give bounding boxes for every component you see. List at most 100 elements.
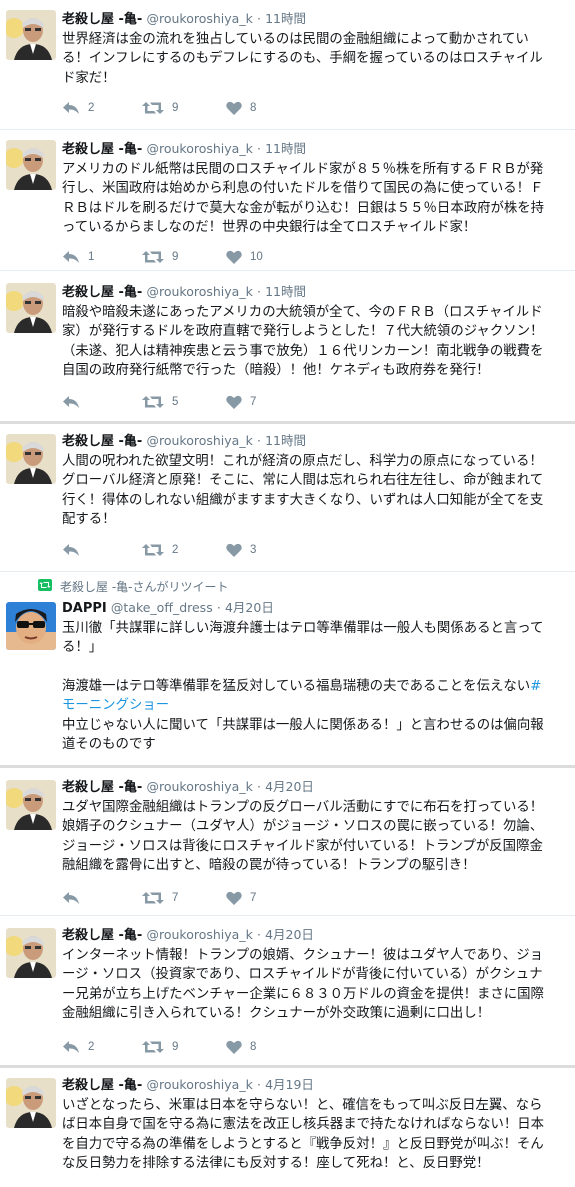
retweet-button[interactable]: 9: [142, 1037, 178, 1057]
author-handle[interactable]: @roukoroshiya_k: [146, 141, 252, 156]
tweet-line: 世界経済は金の流れを独占しているのは民間の金融組織によって動かされてい: [62, 32, 529, 47]
tweet-header: 老殺し屋 -亀- @roukoroshiya_k · 4月20日: [62, 778, 569, 796]
tweet-text: ユダヤ国際金融組織はトランプの反グローバル活動にすでに布石を打っている！ 娘婿子…: [62, 798, 569, 876]
like-count: 10: [250, 251, 263, 263]
tweet-line: 金融組織に引き入られている！クシュナーが外交政策に過剰に口出し！: [62, 1006, 491, 1022]
tweet-line: ージ・ソロス（投資家であり、ロスチャイルドが背後に付いている）がクシュナ: [62, 967, 543, 983]
reply-icon: [62, 395, 80, 409]
tweet[interactable]: 老殺し屋 -亀- @roukoroshiya_k · 4月20日 インターネット…: [0, 916, 575, 1068]
like-button[interactable]: 8: [226, 1037, 256, 1057]
retweet-count: 9: [172, 1041, 179, 1053]
author-name[interactable]: 老殺し屋 -亀-: [62, 928, 142, 943]
author-handle[interactable]: @roukoroshiya_k: [146, 433, 252, 448]
hashtag-link[interactable]: #: [530, 679, 541, 694]
avatar[interactable]: [6, 10, 56, 60]
avatar[interactable]: [6, 434, 56, 484]
heart-icon: [226, 101, 242, 115]
avatar[interactable]: [6, 780, 56, 830]
like-button[interactable]: 3: [226, 540, 256, 560]
like-count: 8: [250, 102, 257, 114]
avatar[interactable]: [6, 602, 56, 650]
tweet-line: る！」: [62, 640, 103, 656]
author-handle[interactable]: @take_off_dress: [111, 600, 213, 615]
reply-button[interactable]: 1: [62, 247, 94, 267]
retweet-icon: [38, 579, 52, 594]
reply-icon: [62, 101, 80, 115]
tweet-text: 世界経済は金の流れを独占しているのは民間の金融組織によって動かされてい る！イン…: [62, 30, 569, 88]
tweet-header: 老殺し屋 -亀- @roukoroshiya_k · 4月19日: [62, 1076, 569, 1094]
tweet[interactable]: 老殺し屋 -亀- @roukoroshiya_k · 4月19日 いざとなったら…: [0, 1068, 575, 1187]
tweet-actions: 7 7: [62, 888, 462, 908]
reply-button[interactable]: [62, 888, 88, 908]
timestamp[interactable]: 11時間: [265, 433, 306, 448]
reply-button[interactable]: 2: [62, 98, 94, 118]
tweet-line: 暗殺や暗殺未遂にあったアメリカの大統領が全て、今のＦＲＢ（ロスチャイルド: [62, 305, 543, 320]
retweet-button[interactable]: 2: [142, 540, 178, 560]
retweet-count: 2: [172, 544, 179, 556]
tweet-actions: 5 7: [62, 392, 462, 412]
author-name[interactable]: 老殺し屋 -亀-: [62, 780, 142, 795]
tweet[interactable]: 老殺し屋 -亀- @roukoroshiya_k · 11時間 世界経済は金の流…: [0, 0, 575, 130]
reply-button[interactable]: 2: [62, 1037, 94, 1057]
timestamp[interactable]: 4月20日: [265, 779, 314, 794]
retweet-button[interactable]: 9: [142, 98, 178, 118]
timestamp[interactable]: 4月20日: [225, 600, 274, 615]
reply-button[interactable]: [62, 392, 88, 412]
timestamp[interactable]: 11時間: [265, 141, 306, 156]
tweet-actions: 1 9 10: [62, 247, 462, 267]
tweet-line: 家）が発行するドルを政府直轄で発行しようとした！７代大統領のジャクソン！: [62, 324, 544, 340]
author-handle[interactable]: @roukoroshiya_k: [146, 779, 252, 794]
like-count: 8: [250, 1041, 257, 1053]
hashtag-link[interactable]: モーニングショー: [62, 696, 569, 715]
author-handle[interactable]: @roukoroshiya_k: [146, 11, 252, 26]
timestamp[interactable]: 11時間: [265, 284, 306, 299]
author-name[interactable]: 老殺し屋 -亀-: [62, 12, 142, 27]
author-name[interactable]: 老殺し屋 -亀-: [62, 285, 142, 300]
timestamp[interactable]: 4月19日: [265, 1077, 314, 1092]
author-handle[interactable]: @roukoroshiya_k: [146, 1077, 252, 1092]
tweet-line-text: 海渡雄一はテロ等準備罪を猛反対している福島瑞穂の夫であることを伝えない: [62, 678, 531, 694]
author-handle[interactable]: @roukoroshiya_k: [146, 284, 252, 299]
like-button[interactable]: 7: [226, 888, 256, 908]
tweet-line: ド家だ！: [62, 70, 116, 86]
separator: ·: [256, 141, 261, 156]
separator: ·: [256, 284, 261, 299]
avatar[interactable]: [6, 140, 56, 190]
author-name[interactable]: 老殺し屋 -亀-: [62, 434, 142, 449]
retweet-button[interactable]: 9: [142, 247, 178, 267]
author-handle[interactable]: @roukoroshiya_k: [146, 927, 252, 942]
reply-button[interactable]: [62, 540, 88, 560]
retweet-button[interactable]: 5: [142, 392, 178, 412]
separator: ·: [256, 11, 261, 26]
author-name[interactable]: 老殺し屋 -亀-: [62, 142, 142, 157]
retweet-button[interactable]: 7: [142, 888, 178, 908]
tweet[interactable]: 老殺し屋 -亀- @roukoroshiya_k · 11時間 暗殺や暗殺未遂に…: [0, 271, 575, 424]
retweet-context-label[interactable]: 老殺し屋 -亀-さんがリツイート: [60, 578, 228, 595]
like-button[interactable]: 8: [226, 98, 256, 118]
like-button[interactable]: 7: [226, 392, 256, 412]
separator: ·: [256, 433, 261, 448]
tweet-line: 行く！得体のしれない組織がますます大きくなり、いずれは人口知能が全てを支: [62, 492, 544, 508]
tweet-line: 行し、米国政府は始めから利息の付いたドルを借りて国民の為に使っている！Ｆ: [62, 181, 544, 197]
tweet[interactable]: 老殺し屋 -亀- @roukoroshiya_k · 11時間 アメリカのドル紙…: [0, 130, 575, 271]
retweet-icon: [142, 395, 164, 409]
timestamp[interactable]: 4月20日: [265, 927, 314, 942]
retweeted-tweet[interactable]: 老殺し屋 -亀-さんがリツイート DAPPI @take_off_dress ·…: [0, 572, 575, 768]
tweet-line: 自国の政府発行紙幣で行った（暗殺）！他！ケネディも政府券を発行！: [62, 363, 490, 379]
tweet-line: ば日本自身で国を守る為に憲法を改正し核兵器まで持たなければならない！日本: [62, 1117, 545, 1133]
like-button[interactable]: 10: [226, 247, 263, 267]
tweet[interactable]: 老殺し屋 -亀- @roukoroshiya_k · 11時間 人間の呪われた欲…: [0, 424, 575, 572]
avatar[interactable]: [6, 1078, 56, 1128]
author-name[interactable]: 老殺し屋 -亀-: [62, 1078, 142, 1093]
separator: ·: [256, 927, 261, 942]
avatar[interactable]: [6, 283, 56, 333]
timestamp[interactable]: 11時間: [265, 11, 306, 26]
heart-icon: [226, 543, 242, 557]
tweet[interactable]: 老殺し屋 -亀- @roukoroshiya_k · 4月20日 ユダヤ国際金融…: [0, 768, 575, 916]
tweet-header: 老殺し屋 -亀- @roukoroshiya_k · 11時間: [62, 283, 569, 301]
like-count: 7: [250, 396, 257, 408]
tweet-header: 老殺し屋 -亀- @roukoroshiya_k · 4月20日: [62, 926, 569, 944]
avatar[interactable]: [6, 928, 56, 978]
author-name[interactable]: DAPPI: [62, 601, 107, 616]
tweet-line: る！インフレにするのもデフレにするのも、手綱を握っているのはロスチャイル: [62, 51, 543, 67]
